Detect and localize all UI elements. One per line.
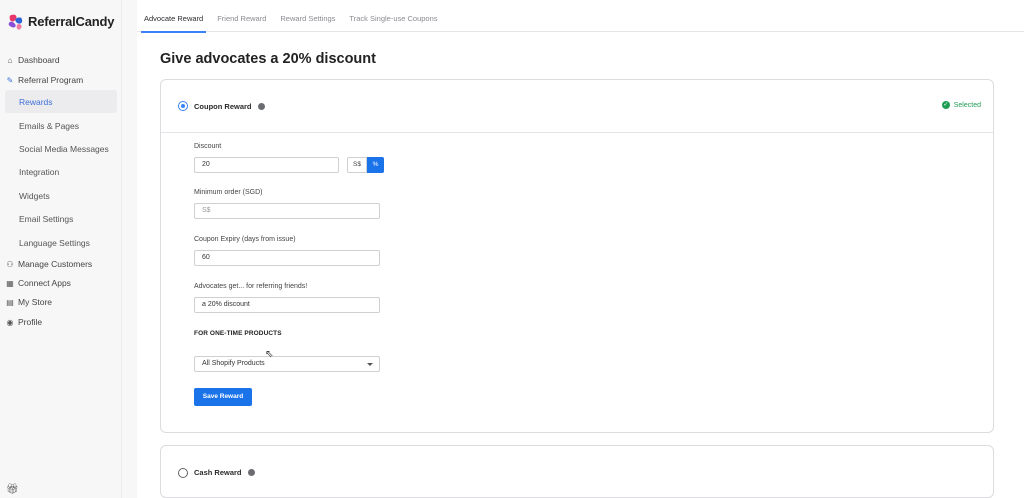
mouse-cursor-icon: ⇖ (265, 349, 274, 360)
grid-icon: ▦ (6, 278, 14, 288)
sidebar-item-my-store[interactable]: ▤ My Store (0, 291, 118, 313)
cash-reward-card: Cash Reward (160, 445, 994, 498)
advocates-get-input[interactable]: a 20% discount (194, 297, 380, 313)
tab-track-single-use-coupons[interactable]: Track Single-use Coupons (342, 0, 444, 32)
sidebar-item-referral-program[interactable]: ✎ Referral Program (0, 69, 118, 91)
min-order-input[interactable]: S$ (194, 203, 380, 219)
sidebar-sub-label: Emails & Pages (19, 120, 79, 131)
discount-input[interactable]: 20 (194, 157, 339, 173)
sidebar-sub-label: Social Media Messages (19, 143, 109, 154)
profile-icon: ◉ (6, 317, 14, 327)
info-icon[interactable] (247, 469, 255, 476)
sidebar: ReferralCandy ⌂ Dashboard ✎ Referral Pro… (0, 0, 122, 498)
coupon-reward-header: Coupon Reward ✓ Selected (161, 80, 993, 133)
gift-icon[interactable]: 🎁︎ (6, 484, 19, 495)
cash-reward-title: Cash Reward (194, 468, 242, 477)
users-icon: ⚇ (6, 259, 14, 269)
min-order-label: Minimum order (SGD) (194, 189, 263, 196)
sidebar-item-label: Connect Apps (18, 278, 71, 288)
brand-name: ReferralCandy (28, 14, 115, 29)
home-icon: ⌂ (7, 55, 13, 65)
sidebar-item-label: Profile (18, 317, 43, 327)
expiry-label: Coupon Expiry (days from issue) (194, 236, 296, 243)
products-select[interactable]: All Shopify Products (194, 356, 380, 372)
check-circle-icon: ✓ (941, 101, 950, 109)
products-select-value: All Shopify Products (202, 360, 265, 367)
sidebar-sub-rewards[interactable]: Rewards (5, 90, 117, 113)
sidebar-sub-emails-pages[interactable]: Emails & Pages (5, 114, 117, 137)
store-icon: ▤ (6, 297, 14, 307)
percent-unit-button[interactable]: % (367, 157, 384, 173)
sidebar-sub-email-settings[interactable]: Email Settings (5, 207, 117, 230)
edit-icon: ✎ (6, 75, 14, 85)
selected-badge: ✓ Selected (941, 101, 981, 109)
sidebar-sub-label: Language Settings (19, 237, 90, 248)
advocates-get-label: Advocates get... for referring friends! (194, 283, 308, 290)
page-title: Give advocates a 20% discount (160, 51, 376, 67)
sidebar-item-dashboard[interactable]: ⌂ Dashboard (0, 49, 118, 71)
coupon-reward-radio[interactable] (178, 101, 188, 111)
coupon-reward-card: Coupon Reward ✓ Selected Discount 20 S$ … (160, 79, 994, 433)
one-time-products-heading: FOR ONE-TIME PRODUCTS (194, 330, 282, 337)
selected-label: Selected (953, 101, 981, 109)
currency-unit-button[interactable]: S$ (347, 157, 367, 173)
sidebar-item-label: Referral Program (18, 75, 84, 85)
sidebar-sub-widgets[interactable]: Widgets (5, 184, 117, 207)
info-icon[interactable] (257, 102, 265, 110)
chevron-down-icon (367, 363, 373, 366)
sidebar-item-label: Dashboard (18, 55, 60, 65)
main-content: Advocate Reward Friend Reward Reward Set… (137, 0, 1024, 498)
referralcandy-logo-icon (8, 14, 23, 30)
sidebar-item-profile[interactable]: ◉ Profile (0, 311, 118, 333)
discount-label: Discount (194, 143, 222, 150)
reward-tabs: Advocate Reward Friend Reward Reward Set… (137, 0, 1024, 33)
brand-logo[interactable]: ReferralCandy (6, 12, 114, 31)
sidebar-item-label: My Store (18, 297, 53, 307)
tab-advocate-reward[interactable]: Advocate Reward (137, 0, 210, 33)
sidebar-sub-label: Widgets (19, 190, 50, 201)
sidebar-sub-social-media-messages[interactable]: Social Media Messages (5, 137, 117, 160)
coupon-reward-title: Coupon Reward (194, 101, 252, 111)
sidebar-sub-label: Rewards (19, 96, 53, 107)
discount-unit-toggle: S$ % (347, 157, 384, 173)
cash-reward-radio[interactable] (178, 467, 188, 478)
tab-reward-settings[interactable]: Reward Settings (273, 0, 342, 32)
expiry-input[interactable]: 60 (194, 250, 380, 266)
tab-friend-reward[interactable]: Friend Reward (210, 0, 273, 32)
sidebar-sub-language-settings[interactable]: Language Settings (5, 231, 117, 254)
sidebar-item-label: Manage Customers (18, 259, 93, 269)
cash-reward-header: Cash Reward (161, 446, 993, 498)
sidebar-sub-label: Integration (19, 166, 60, 177)
sidebar-sub-label: Email Settings (19, 213, 74, 224)
sidebar-sub-integration[interactable]: Integration (5, 160, 117, 183)
save-reward-button[interactable]: Save Reward (194, 388, 252, 406)
